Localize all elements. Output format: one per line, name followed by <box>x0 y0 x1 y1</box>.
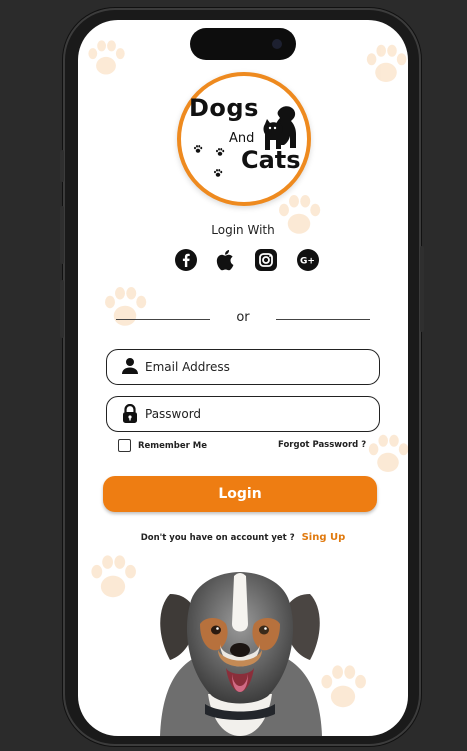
user-icon <box>122 358 138 374</box>
phone-volume-up-button <box>60 206 64 264</box>
divider-line-right <box>276 319 370 320</box>
divider-line-left <box>116 319 210 320</box>
forgot-password-link[interactable]: Forgot Password ? <box>278 440 366 450</box>
password-input[interactable] <box>145 403 367 425</box>
australian-shepherd-dog-image <box>160 572 322 736</box>
signup-row: Don't you have on account yet ? Sing Up <box>78 532 408 543</box>
background-paw-icon <box>105 287 147 326</box>
phone-volume-down-button <box>60 280 64 338</box>
phone-power-button <box>420 246 424 332</box>
login-with-label: Login With <box>211 223 275 237</box>
signup-link[interactable]: Sing Up <box>302 532 346 543</box>
dynamic-island <box>190 28 296 60</box>
facebook-icon[interactable] <box>174 248 198 272</box>
camera-icon <box>272 39 282 49</box>
email-field[interactable] <box>106 349 380 385</box>
logo-text-dogs: Dogs <box>189 94 259 122</box>
background-paw-icon <box>366 44 407 82</box>
instagram-icon[interactable] <box>254 248 278 272</box>
app-logo: Dogs And Cats <box>177 72 311 206</box>
background-paw-icon <box>91 555 136 598</box>
background-paw-icon <box>88 40 125 75</box>
logo-text-cats: Cats <box>241 146 301 174</box>
logo-paw-prints-icon <box>194 145 225 177</box>
login-button[interactable]: Login <box>103 476 377 512</box>
google-plus-icon[interactable]: G+ <box>296 248 320 272</box>
divider-or-text: or <box>236 310 250 325</box>
app-screen: Dogs And Cats Login With G+ or Email Add… <box>78 20 408 736</box>
lock-icon <box>123 404 137 423</box>
svg-text:G+: G+ <box>300 257 315 267</box>
dog-cat-silhouette-icon <box>263 106 296 150</box>
social-login-row: G+ <box>174 248 324 276</box>
email-input[interactable] <box>145 356 367 378</box>
background-paw-icon <box>368 434 408 472</box>
remember-me[interactable]: Remember Me <box>118 439 207 452</box>
signup-prompt: Don't you have on account yet ? <box>140 533 295 543</box>
remember-me-label: Remember Me <box>138 440 208 451</box>
apple-icon[interactable] <box>214 248 238 272</box>
password-field[interactable] <box>106 396 380 432</box>
phone-mute-switch <box>60 150 64 182</box>
remember-me-checkbox[interactable] <box>118 439 131 452</box>
